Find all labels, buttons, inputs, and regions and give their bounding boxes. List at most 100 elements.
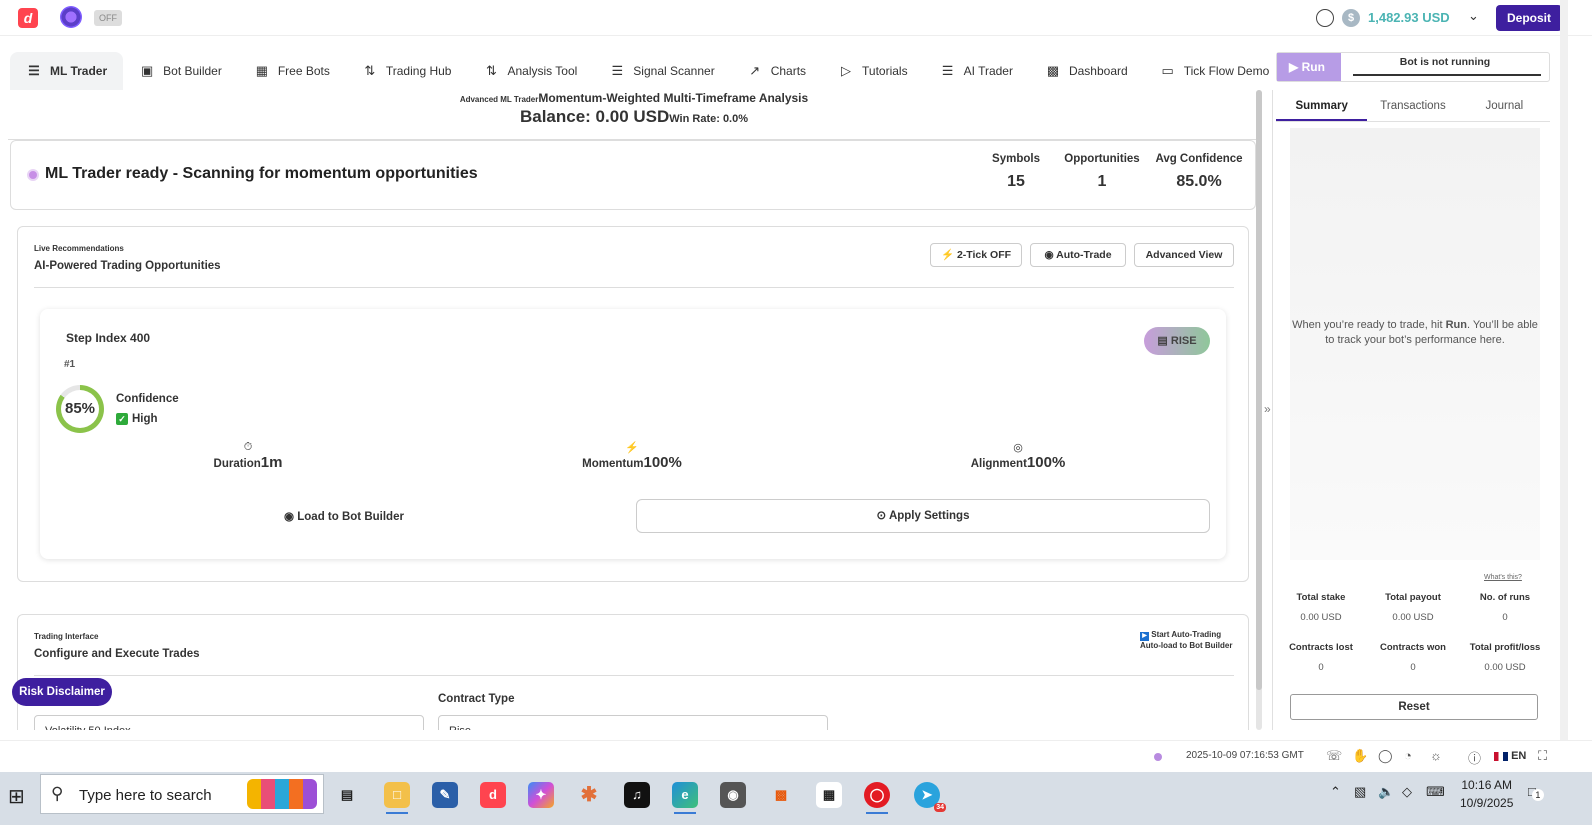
status-dot-icon (27, 169, 39, 181)
reset-button[interactable]: Reset (1290, 694, 1538, 720)
shield-icon[interactable]: ◯ (1378, 748, 1393, 764)
play-icon: ▶ (1140, 632, 1149, 641)
uk-flag-icon (1494, 751, 1508, 761)
connection-dot-icon (1154, 753, 1162, 761)
tab-summary[interactable]: Summary (1276, 92, 1368, 121)
top-bar: d OFF $ 1,482.93 USD ⌄ Deposit (0, 0, 1592, 36)
claude-icon[interactable]: ✱ (576, 782, 602, 808)
app-logo-icon[interactable] (60, 6, 82, 28)
tray-app-icon[interactable]: ▧ (1354, 784, 1366, 800)
scroll-thumb[interactable] (1256, 90, 1262, 690)
tab-analysis-tool[interactable]: ⇅ Analysis Tool (467, 52, 593, 90)
page-scrollbar[interactable] (1560, 0, 1568, 740)
stat-contracts-won: Contracts won 0 (1370, 642, 1456, 673)
tray-chevron-icon[interactable]: ⌃ (1330, 784, 1341, 800)
advanced-view-button[interactable]: Advanced View (1134, 243, 1234, 267)
network-icon[interactable]: ◇ (1402, 784, 1412, 800)
apply-settings-button[interactable]: ⊙ Apply Settings (636, 499, 1210, 533)
rank: #1 (64, 359, 76, 370)
whats-this-link[interactable]: What's this? (1484, 574, 1522, 581)
theme-icon[interactable]: ☼ (1430, 748, 1442, 763)
edge-browser-icon[interactable]: e (672, 782, 698, 814)
search-highlight-image (247, 779, 317, 809)
task-view-icon[interactable]: ▤ (334, 782, 360, 808)
arrows-icon: ⇅ (364, 63, 376, 78)
risk-disclaimer-button[interactable]: Risk Disclaimer (12, 678, 112, 706)
ml-balance: Balance: 0.00 USD (519, 107, 670, 126)
stat-label: No. of runs (1479, 592, 1531, 603)
tab-trading-hub[interactable]: ⇅ Trading Hub (346, 52, 468, 90)
file-explorer-icon[interactable]: □ (384, 782, 410, 814)
volume-icon[interactable]: 🔈 (1378, 784, 1394, 800)
start-auto-trading-toggle[interactable]: ▶ Start Auto-Trading Auto-load to Bot Bui… (1140, 630, 1232, 650)
chevron-down-icon[interactable]: ⌄ (1468, 8, 1479, 24)
stat-label: Total stake (1296, 592, 1346, 603)
whatsapp-icon[interactable]: ☏ (1326, 748, 1342, 764)
tab-label: Free Bots (277, 64, 330, 78)
clock-date: 10/9/2025 (1460, 796, 1514, 810)
collapse-panel-icon[interactable]: » (1264, 402, 1271, 416)
copilot-icon[interactable]: ✦ (528, 782, 554, 808)
microsoft-store-icon[interactable]: ▦ (816, 782, 842, 808)
run-button[interactable]: ▶ Run (1277, 53, 1341, 81)
app-icon[interactable]: ◉ (720, 782, 746, 808)
stat-label: Total payout (1385, 592, 1441, 603)
load-to-bot-builder-button[interactable]: ◉ Load to Bot Builder (284, 509, 404, 523)
main-scrollbar[interactable] (1256, 90, 1262, 730)
toggle-sublabel: Auto-load to Bot Builder (1140, 641, 1233, 650)
responsible-trading-icon[interactable]: ✋ (1352, 748, 1368, 764)
play-icon: ▷ (841, 63, 852, 78)
notification-count: 1 (1531, 789, 1544, 801)
search-icon: ⚲ (51, 784, 64, 803)
tab-bot-builder[interactable]: ▣ Bot Builder (123, 52, 238, 90)
list-icon: ☰ (611, 63, 624, 78)
deriv-app-icon[interactable]: d (480, 782, 506, 808)
tab-transactions[interactable]: Transactions (1367, 92, 1458, 121)
tab-dashboard[interactable]: ▩ Dashboard (1029, 52, 1144, 90)
keyboard-icon[interactable]: ⌨ (1426, 784, 1445, 800)
app-icon[interactable]: ✎ (432, 782, 458, 808)
tab-journal[interactable]: Journal (1459, 92, 1550, 121)
notification-icon[interactable]: □1 (1528, 784, 1544, 801)
account-balance[interactable]: 1,482.93 USD (1368, 10, 1450, 25)
account-icon[interactable] (1316, 9, 1334, 27)
stat-value: 0.00 USD (1300, 612, 1342, 623)
auto-trade-button[interactable]: ◉ Auto-Trade (1030, 243, 1126, 267)
tiktok-icon[interactable]: ♫ (624, 782, 650, 808)
tab-ai-trader[interactable]: ☰ AI Trader (924, 52, 1029, 90)
tab-charts[interactable]: ↗ Charts (731, 52, 822, 90)
help-icon[interactable]: ⓘ (1468, 748, 1481, 767)
gauge-icon[interactable]: ◔ (1404, 748, 1412, 763)
robot-icon: ◉ (284, 511, 295, 523)
server-time: 2025-10-09 07:16:53 GMT (1186, 750, 1304, 761)
run-panel-tabs: Summary Transactions Journal (1276, 92, 1550, 122)
windows-start-icon[interactable]: ⊞ (8, 784, 25, 809)
taskbar-clock[interactable]: 10:16 AM 10/9/2025 (1460, 776, 1513, 812)
bot-status: Bot is not running (1399, 56, 1491, 68)
telegram-icon[interactable]: ➤ 34 (914, 782, 946, 812)
app-icon[interactable]: ◯ (864, 782, 890, 814)
button-label: Apply Settings (888, 510, 970, 522)
active-indicator (866, 812, 888, 814)
app-icon[interactable]: ▩ (768, 782, 794, 808)
fullscreen-icon[interactable]: ⛶ (1538, 748, 1547, 764)
tab-signal-scanner[interactable]: ☰ Signal Scanner (593, 52, 730, 90)
tab-label: ML Trader (50, 64, 108, 78)
language-selector[interactable]: EN (1494, 750, 1526, 762)
active-indicator (386, 812, 408, 814)
run-panel: ▶ Run Bot is not running (1276, 52, 1550, 82)
taskbar-search[interactable]: ⚲ Type here to search (40, 774, 324, 814)
divider (34, 287, 1234, 288)
tab-free-bots[interactable]: ▦ Free Bots (238, 52, 346, 90)
metric-value: 100% (1026, 454, 1066, 471)
deposit-button[interactable]: Deposit (1496, 5, 1562, 31)
tab-ml-trader[interactable]: ☰ ML Trader (10, 52, 124, 90)
two-tick-button[interactable]: ⚡ 2-Tick OFF (930, 243, 1022, 267)
tab-tutorials[interactable]: ▷ Tutorials (822, 52, 924, 90)
checkmark-icon: ✓ (116, 413, 128, 425)
tab-tick-flow-demo[interactable]: ▭ Tick Flow Demo (1144, 52, 1286, 90)
deriv-logo-icon[interactable]: d (18, 8, 38, 28)
tab-label: Bot Builder (163, 64, 222, 78)
off-toggle[interactable]: OFF (94, 10, 122, 26)
dashboard-icon: ▩ (1046, 63, 1060, 78)
